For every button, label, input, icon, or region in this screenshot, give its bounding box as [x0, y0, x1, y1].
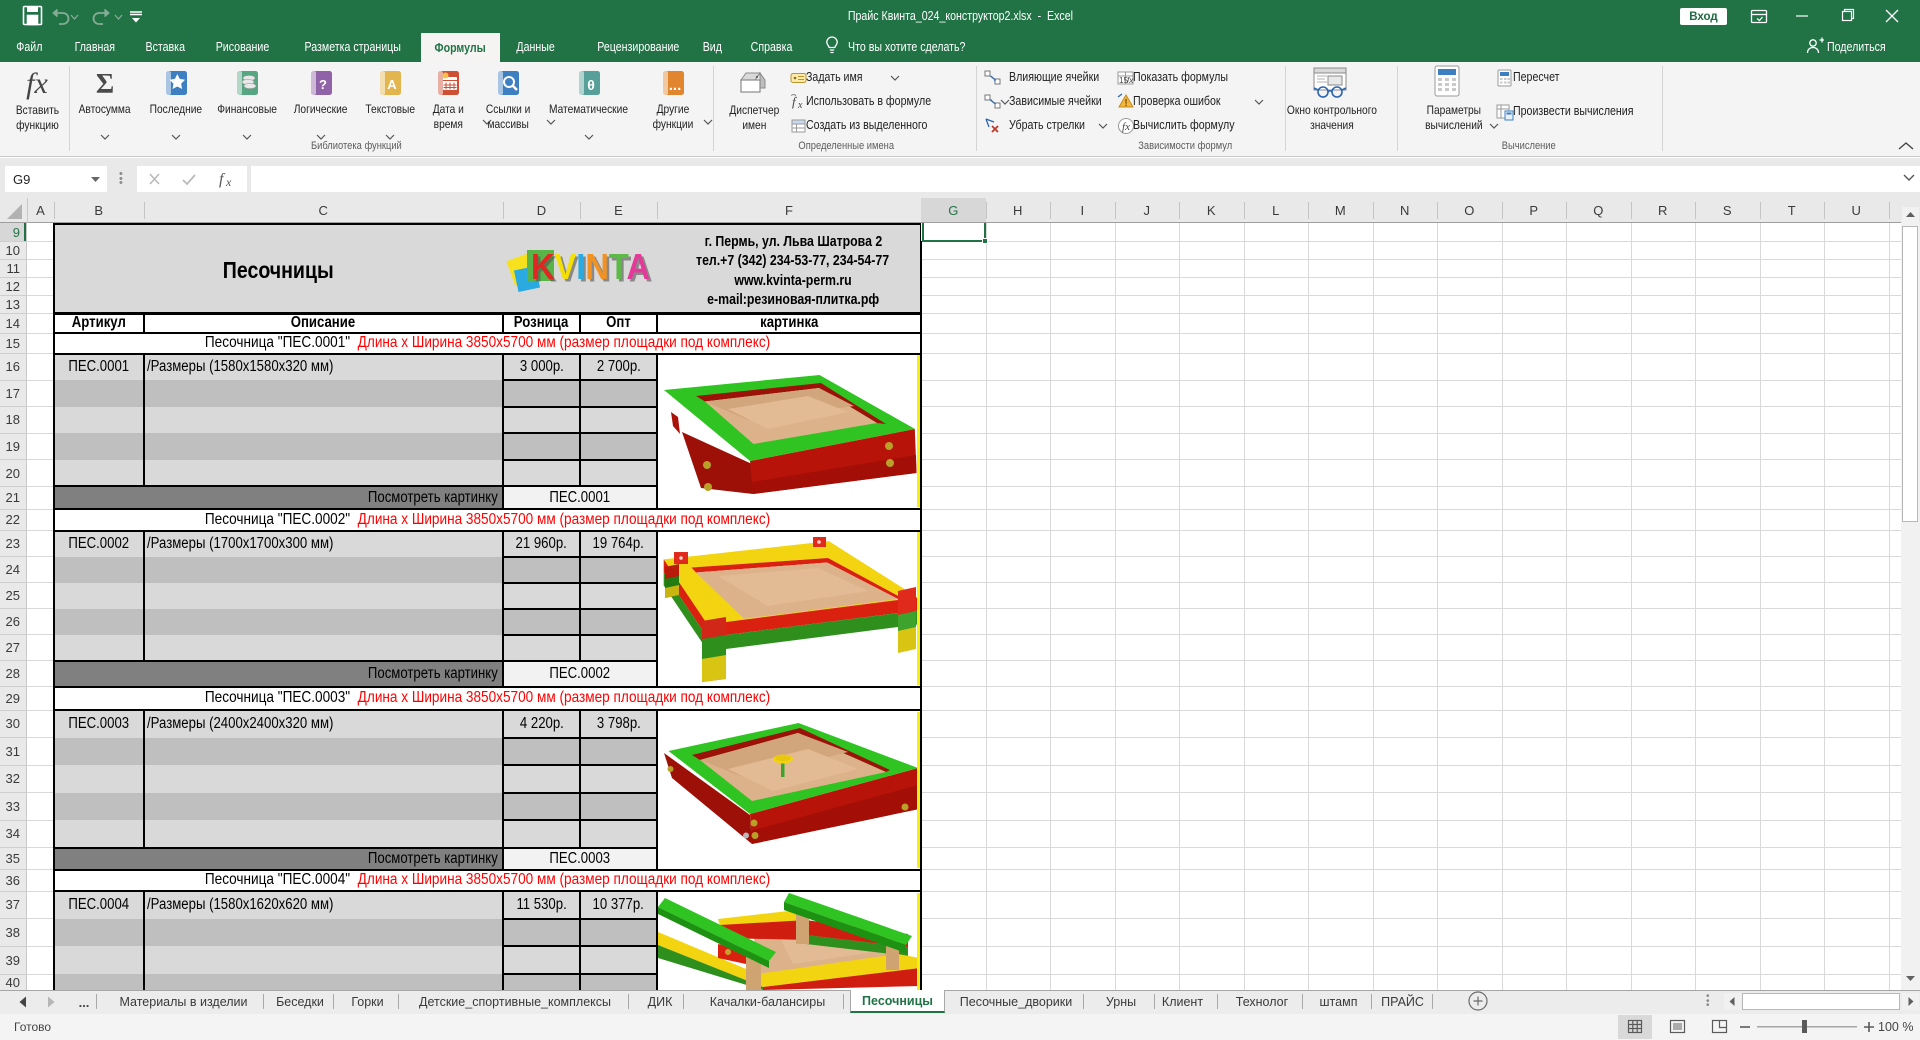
svg-text:fx: fx: [26, 67, 48, 100]
svg-text:fx: fx: [1122, 121, 1130, 133]
svg-text:?: ?: [319, 77, 327, 92]
svg-text:...: ...: [669, 77, 682, 94]
svg-text:A: A: [387, 77, 397, 92]
svg-text:!: !: [1124, 98, 1127, 109]
svg-text:x: x: [797, 100, 803, 111]
svg-text:Σ: Σ: [96, 69, 114, 98]
svg-text:θ: θ: [587, 77, 595, 93]
svg-text:KVINTA: KVINTA: [531, 246, 650, 287]
svg-text:x: x: [225, 175, 232, 189]
svg-text:f: f: [219, 171, 226, 188]
